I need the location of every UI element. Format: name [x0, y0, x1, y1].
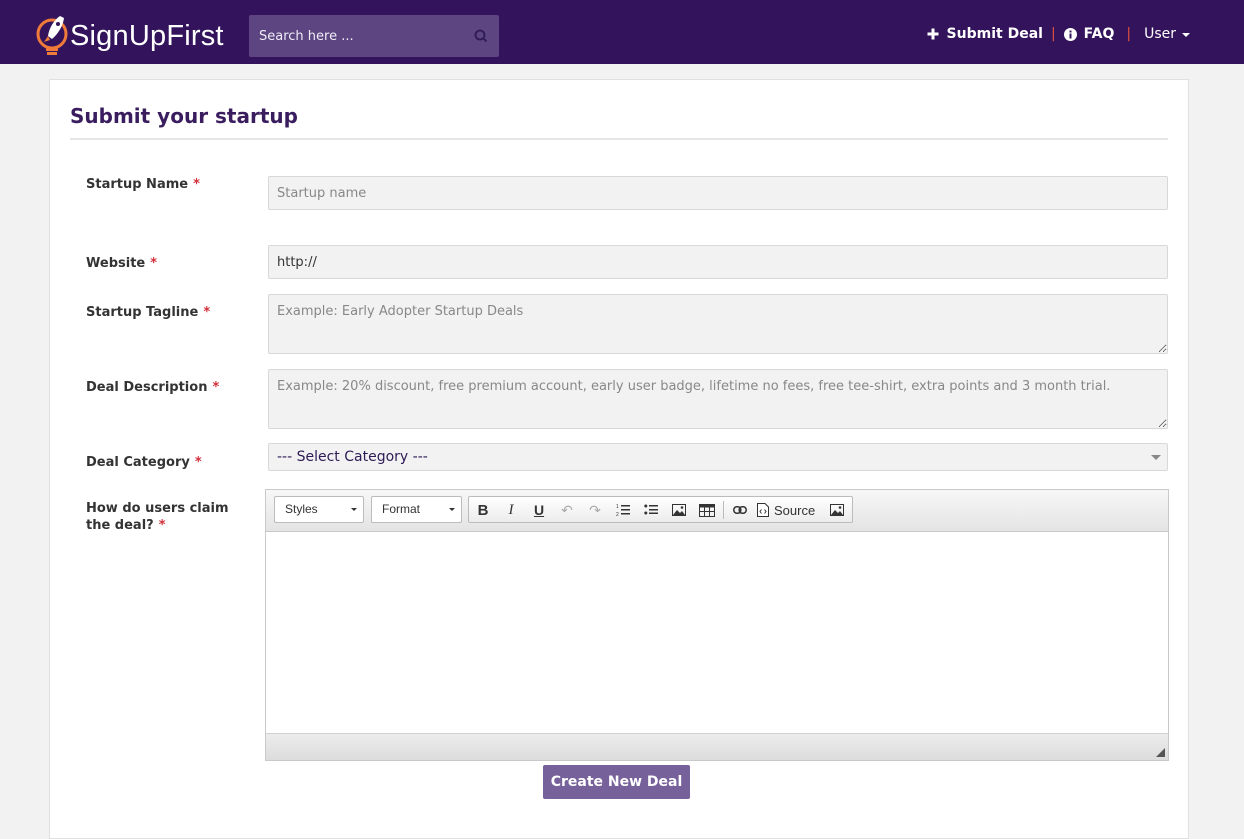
required-mark: * [158, 518, 166, 533]
page-title: Submit your startup [70, 104, 298, 128]
title-divider [70, 138, 1168, 140]
required-mark: * [150, 256, 158, 271]
image-icon[interactable] [668, 500, 690, 520]
website-label: Website * [86, 256, 158, 271]
table-icon[interactable] [696, 500, 718, 520]
source-icon [757, 503, 769, 517]
underline-icon[interactable]: U [528, 500, 550, 520]
website-input[interactable] [268, 245, 1168, 279]
startup-name-input[interactable] [268, 176, 1168, 210]
user-label: User [1144, 26, 1176, 42]
chevron-down-icon [449, 508, 455, 511]
search-icon[interactable] [471, 26, 491, 46]
resize-handle-icon[interactable] [1156, 748, 1165, 757]
search-input[interactable] [249, 15, 459, 57]
info-icon [1063, 27, 1077, 41]
submit-deal-link[interactable]: Submit Deal [927, 26, 1043, 42]
deal-category-selected: --- Select Category --- [277, 449, 428, 465]
styles-dropdown[interactable]: Styles [274, 496, 364, 523]
chevron-down-icon [1151, 455, 1161, 460]
tagline-label: Startup Tagline * [86, 305, 211, 320]
source-button[interactable]: Source [757, 500, 823, 520]
claim-label: How do users claim the deal? * [86, 501, 229, 533]
submit-startup-card: Submit your startup Startup Name* Websit… [49, 79, 1189, 839]
svg-text:1: 1 [616, 504, 619, 510]
image2-icon[interactable] [826, 500, 848, 520]
toolbar-divider [723, 501, 724, 519]
link-icon[interactable] [729, 500, 751, 520]
format-dropdown[interactable]: Format [371, 496, 462, 523]
search-box [249, 15, 499, 57]
nav-separator: | [1050, 26, 1056, 42]
brand-name: SignUpFirst [70, 19, 224, 52]
nav-links: Submit Deal | FAQ | User [927, 22, 1190, 46]
deal-category-select[interactable]: --- Select Category --- [268, 443, 1168, 471]
numbered-list-icon[interactable]: 12 [612, 500, 634, 520]
required-mark: * [193, 177, 200, 192]
chevron-down-icon [1182, 33, 1190, 37]
nav-separator: | [1126, 26, 1132, 42]
rich-text-editor: Styles Format B I U ↶ ↷ 12 Source [265, 489, 1169, 761]
brand-logo[interactable]: SignUpFirst [34, 12, 224, 60]
required-mark: * [203, 305, 211, 320]
faq-link[interactable]: FAQ [1063, 26, 1115, 42]
tagline-textarea[interactable] [268, 294, 1168, 354]
editor-content-area[interactable] [266, 533, 1168, 733]
editor-button-group: B I U ↶ ↷ 12 Source [468, 496, 853, 523]
editor-footer [266, 733, 1168, 760]
deal-category-label: Deal Category * [86, 455, 202, 470]
required-mark: * [194, 455, 202, 470]
submit-deal-label: Submit Deal [946, 26, 1043, 42]
plus-icon [927, 28, 939, 40]
startup-name-label: Startup Name * [86, 177, 200, 192]
create-new-deal-button[interactable]: Create New Deal [543, 765, 690, 799]
bold-icon[interactable]: B [472, 500, 494, 520]
redo-icon[interactable]: ↷ [584, 500, 606, 520]
editor-toolbar: Styles Format B I U ↶ ↷ 12 Source [266, 490, 1168, 532]
italic-icon[interactable]: I [500, 500, 522, 520]
svg-text:2: 2 [616, 512, 619, 517]
required-mark: * [212, 380, 220, 395]
chevron-down-icon [351, 508, 357, 511]
top-navbar: SignUpFirst Submit Deal | FAQ [0, 0, 1244, 64]
undo-icon[interactable]: ↶ [556, 500, 578, 520]
deal-description-label: Deal Description * [86, 380, 220, 395]
deal-description-textarea[interactable] [268, 369, 1168, 429]
user-dropdown[interactable]: User [1144, 26, 1190, 42]
bulleted-list-icon[interactable] [640, 500, 662, 520]
rocket-bulb-logo-icon [34, 12, 70, 60]
faq-label: FAQ [1083, 26, 1115, 42]
